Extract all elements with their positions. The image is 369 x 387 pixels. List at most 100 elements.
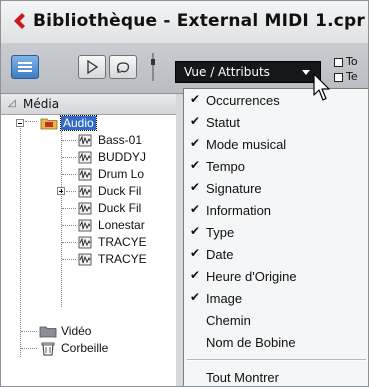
menu-item-label: Occurrences: [206, 93, 280, 108]
audio-file-label: BUDDYJ: [98, 150, 147, 164]
menu-item-label: Information: [206, 203, 272, 218]
menu-separator: [187, 359, 366, 361]
side-option-1-label: To: [346, 55, 358, 68]
audio-file-label: TRACYE: [98, 235, 147, 249]
mouse-cursor-icon: [313, 73, 330, 101]
tree-connector: [66, 191, 76, 192]
tree-connector: [62, 242, 76, 243]
menu-item-label: Heure d'Origine: [206, 269, 297, 284]
loop-button[interactable]: [109, 55, 137, 79]
tree-folder-audio[interactable]: Audio: [16, 115, 176, 132]
collapse-icon[interactable]: [16, 119, 24, 127]
menu-item-image[interactable]: ✔ Image: [184, 287, 368, 309]
list-item[interactable]: TRACYE: [1, 251, 176, 268]
sort-arrow-icon: ◿: [8, 98, 16, 109]
view-toggle-button[interactable]: [11, 55, 39, 79]
menu-item-chemin[interactable]: Chemin: [184, 309, 368, 331]
check-icon: ✔: [190, 246, 201, 260]
list-item[interactable]: Duck Fil: [1, 183, 176, 200]
menu-item-label: Tempo: [206, 159, 246, 174]
menu-item-label: Mode musical: [206, 137, 287, 152]
expand-icon[interactable]: [57, 187, 65, 195]
menu-item-label: Chemin: [206, 313, 251, 328]
media-column-title: Média: [23, 97, 60, 111]
menu-item-label: Tout Montrer: [206, 370, 279, 385]
list-item[interactable]: Drum Lo: [1, 166, 176, 183]
audio-file-label: Duck Fil: [98, 201, 142, 215]
tree-connector: [62, 157, 76, 158]
list-item[interactable]: Bass-01: [1, 132, 176, 149]
audio-file-label: Bass-01: [98, 133, 143, 147]
audio-file-icon: [78, 253, 92, 266]
side-option-2[interactable]: Te: [334, 70, 358, 83]
check-icon: ✔: [190, 202, 201, 216]
menu-item-label: Signature: [206, 181, 262, 196]
check-icon: ✔: [190, 180, 201, 194]
menu-item-label: Date: [206, 247, 234, 262]
view-attributes-value: Vue / Attributs: [184, 65, 270, 79]
menu-item-tout-montrer[interactable]: Tout Montrer: [184, 366, 368, 386]
menu-item-mode-musical[interactable]: ✔ Mode musical: [184, 133, 368, 155]
checkbox-icon: [334, 57, 343, 67]
audio-file-icon: [78, 151, 92, 164]
menu-item-tempo[interactable]: ✔ Tempo: [184, 155, 368, 177]
tree-connector: [21, 331, 37, 332]
audio-file-label: Drum Lo: [98, 167, 145, 181]
media-column-header[interactable]: ◿ Média: [1, 94, 176, 115]
menu-item-heure-origine[interactable]: ✔ Heure d'Origine: [184, 265, 368, 287]
window-title: Bibliothèque - External MIDI 1.cpr: [33, 11, 365, 31]
menu-item-occurrences[interactable]: ✔ Occurrences: [184, 89, 368, 111]
menu-item-signature[interactable]: ✔ Signature: [184, 177, 368, 199]
media-tree: Audio Bass-01 BUDDYJ Drum Lo Duck Fil Du…: [1, 115, 176, 386]
check-icon: ✔: [190, 92, 201, 106]
tree-connector: [62, 259, 76, 260]
tree-connector: [62, 208, 76, 209]
level-indicator-icon: [151, 53, 155, 81]
menu-item-label: Type: [206, 225, 235, 240]
check-icon: ✔: [190, 290, 201, 304]
check-icon: ✔: [190, 114, 201, 128]
cubase-logo-icon: [14, 13, 25, 29]
list-item[interactable]: TRACYE: [1, 234, 176, 251]
play-icon: [87, 60, 98, 74]
audio-file-icon: [78, 236, 92, 249]
tree-connector: [62, 225, 76, 226]
menu-item-type[interactable]: ✔ Type: [184, 221, 368, 243]
audio-file-icon: [78, 219, 92, 232]
audio-file-label: Duck Fil: [98, 184, 142, 198]
view-attributes-select[interactable]: Vue / Attributs: [175, 61, 321, 83]
menu-item-information[interactable]: ✔ Information: [184, 199, 368, 221]
audio-file-icon: [78, 134, 92, 147]
view-list-icon: [18, 62, 32, 72]
title-bar: Bibliothèque - External MIDI 1.cpr: [1, 1, 368, 44]
menu-item-date[interactable]: ✔ Date: [184, 243, 368, 265]
tree-trash[interactable]: Corbeille: [1, 340, 176, 357]
checkbox-icon: [334, 72, 343, 82]
list-item[interactable]: Lonestar: [1, 217, 176, 234]
trash-icon: [41, 342, 55, 356]
video-folder-label: Vidéo: [61, 324, 92, 338]
audio-folder-label: Audio: [60, 115, 97, 131]
tree-connector: [62, 140, 76, 141]
menu-item-nom-de-bobine[interactable]: Nom de Bobine: [184, 331, 368, 353]
view-attributes-menu: ✔ Occurrences ✔ Statut ✔ Mode musical ✔ …: [183, 88, 368, 386]
library-window: Bibliothèque - External MIDI 1.cpr Vue /…: [0, 0, 369, 387]
loop-icon: [116, 62, 130, 73]
audio-file-icon: [78, 202, 92, 215]
video-folder-icon: [39, 326, 57, 338]
trash-label: Corbeille: [61, 341, 109, 355]
menu-item-statut[interactable]: ✔ Statut: [184, 111, 368, 133]
tree-connector: [62, 174, 76, 175]
play-button[interactable]: [78, 55, 106, 79]
menu-item-label: Image: [206, 291, 243, 306]
check-icon: ✔: [190, 158, 201, 172]
list-item[interactable]: BUDDYJ: [1, 149, 176, 166]
check-icon: ✔: [190, 224, 201, 238]
audio-file-icon: [78, 168, 92, 181]
menu-item-label: Nom de Bobine: [206, 335, 296, 350]
list-item[interactable]: Duck Fil: [1, 200, 176, 217]
side-option-1[interactable]: To: [334, 55, 358, 68]
audio-file-icon: [78, 185, 92, 198]
tree-folder-video[interactable]: Vidéo: [1, 323, 176, 340]
side-option-2-label: Te: [346, 70, 358, 83]
